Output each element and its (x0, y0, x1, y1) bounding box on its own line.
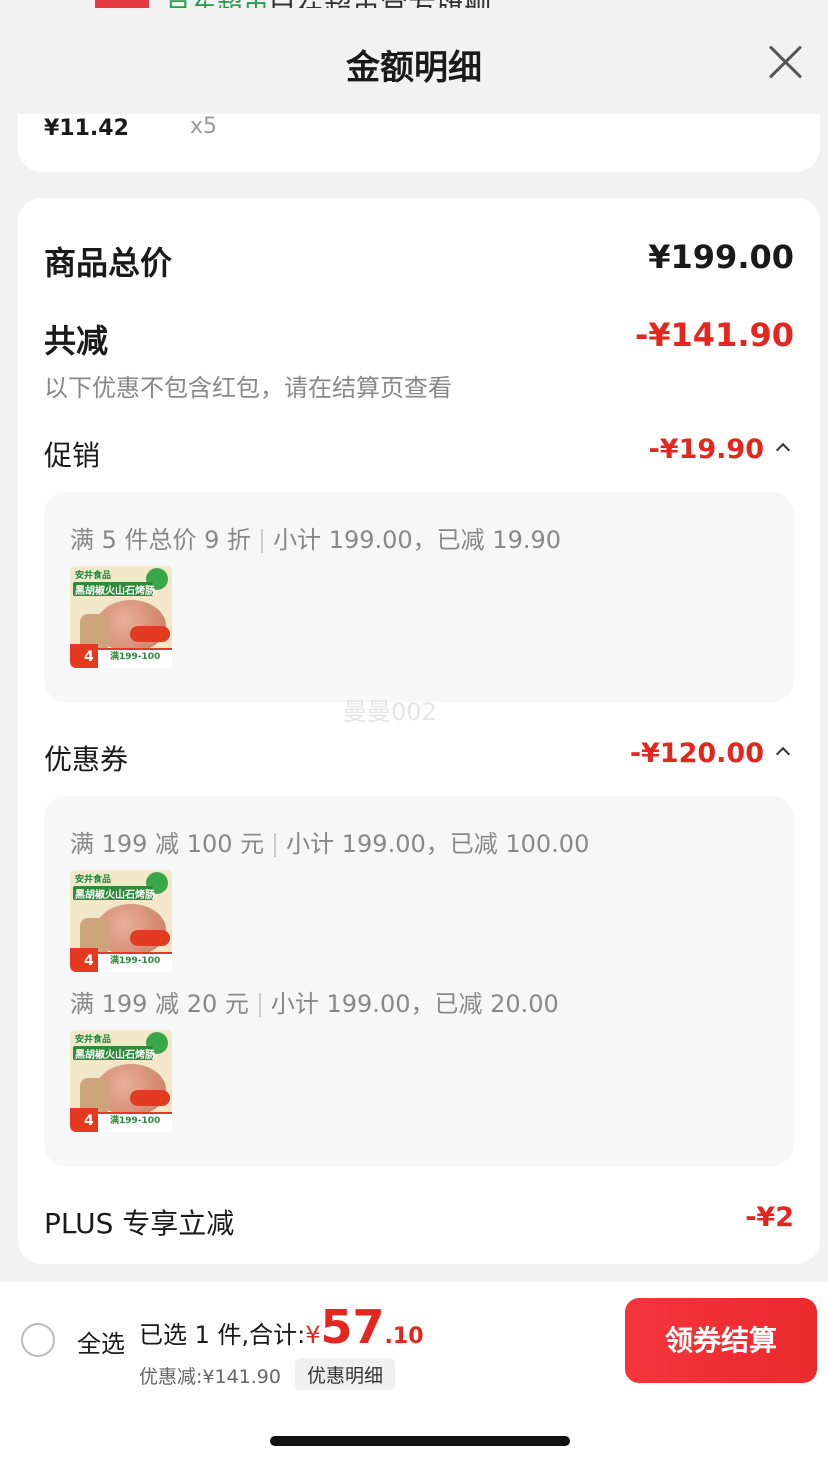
thumb-red-tag (130, 626, 170, 642)
promotion-rule-detail: 小计 199.00，已减 19.90 (273, 526, 562, 554)
checkout-button[interactable]: 领券结算 (625, 1298, 817, 1383)
coupon-rule-1: 满 199 减 100 元小计 199.00，已减 100.00 (70, 824, 589, 859)
coupon-value-wrap: -¥120.00 (629, 738, 791, 769)
plus-label: PLUS 专享立减 (44, 1207, 235, 1240)
selected-count: 已选 1 件,合计: (139, 1321, 306, 1349)
coupon-rule-name: 满 199 减 20 元 (70, 990, 249, 1018)
coupon-rule-name: 满 199 减 100 元 (70, 830, 265, 858)
thumb-title: 黑胡椒火山石烤肠 (75, 1050, 155, 1061)
total-integer: 57 (320, 1300, 385, 1354)
thumb-title: 黑胡椒火山石烤肠 (75, 890, 155, 901)
coupon-label: 优惠券 (44, 743, 129, 776)
discount-amount: 优惠减:¥141.90 (139, 1366, 281, 1388)
close-icon[interactable] (768, 44, 802, 78)
thumb-promo-text: 4 (84, 1113, 94, 1129)
thumb-brand: 安井食品 (75, 875, 112, 885)
reduce-note: 以下优惠不包含红包，请在结算页查看 (44, 374, 452, 402)
amount-summary-card: 商品总价 ¥199.00 共减 -¥141.90 以下优惠不包含红包，请在结算页… (18, 198, 820, 1264)
thumb-title: 黑胡椒火山石烤肠 (75, 586, 155, 597)
thumb-deal: 满199-100 (110, 652, 161, 662)
coupon-rule-detail: 小计 199.00，已减 100.00 (286, 830, 590, 858)
promotion-value: -¥19.90 (648, 434, 764, 465)
total-decimal: .10 (384, 1324, 424, 1349)
promotion-rule: 满 5 件总价 9 折小计 199.00，已减 19.90 (70, 520, 561, 555)
coupon-rule-detail: 小计 199.00，已减 20.00 (270, 990, 559, 1018)
thumb-red-tag (130, 1090, 170, 1106)
reduce-row: 共减 -¥141.90 (44, 316, 794, 360)
plus-value: -¥2 (745, 1202, 794, 1233)
amount-detail-sheet: 金额明细 ¥11.42 x5 商品总价 ¥199.00 共减 -¥141.90 … (0, 8, 828, 1464)
select-all-label[interactable]: 全选 (77, 1324, 125, 1359)
home-indicator[interactable] (270, 1436, 570, 1446)
total-row: 商品总价 ¥199.00 (44, 238, 794, 282)
divider (274, 833, 277, 857)
promotion-label: 促销 (44, 439, 101, 472)
watermark: 曼曼002 (343, 698, 437, 726)
divider (261, 529, 264, 553)
thumb-deal: 满199-100 (110, 956, 161, 966)
total-currency: ¥ (305, 1321, 321, 1349)
thumb-promo-text: 4 (84, 649, 94, 665)
thumb-red-tag (130, 930, 170, 946)
sheet-header: 金额明细 (0, 8, 828, 114)
thumb-promo-text: 4 (84, 953, 94, 969)
coupon-row[interactable]: 优惠券 -¥120.00 (44, 738, 794, 776)
product-thumbnail[interactable]: 安井食品 黑胡椒火山石烤肠 4 满199-100 (70, 1030, 172, 1132)
discount-detail-button[interactable]: 优惠明细 (295, 1358, 396, 1391)
product-thumbnail[interactable]: 安井食品 黑胡椒火山石烤肠 4 满199-100 (70, 870, 172, 972)
plus-row: PLUS 专享立减 -¥2 (44, 1202, 794, 1240)
previous-item-qty: x5 (190, 114, 218, 139)
reduce-value: -¥141.90 (634, 316, 794, 354)
reduce-label: 共减 (44, 322, 109, 360)
chevron-up-icon[interactable] (775, 442, 791, 458)
thumb-brand: 安井食品 (75, 1035, 112, 1045)
promotion-value-wrap: -¥19.90 (648, 434, 791, 465)
coupon-value: -¥120.00 (629, 738, 764, 769)
coupon-rule-2: 满 199 减 20 元小计 199.00，已减 20.00 (70, 984, 559, 1019)
promotion-row[interactable]: 促销 -¥19.90 (44, 434, 794, 472)
home-indicator-area (0, 1390, 828, 1464)
product-thumbnail[interactable]: 安井食品 黑胡椒火山石烤肠 4 满199-100 (70, 566, 172, 668)
total-value: ¥199.00 (648, 238, 794, 276)
coupon-detail-box: 满 199 减 100 元小计 199.00，已减 100.00 安井食品 黑胡… (44, 796, 794, 1166)
promotion-rule-name: 满 5 件总价 9 折 (70, 526, 252, 554)
thumb-deal: 满199-100 (110, 1116, 161, 1126)
previous-item-price: ¥11.42 (44, 116, 129, 141)
promotion-detail-box: 满 5 件总价 9 折小计 199.00，已减 19.90 安井食品 黑胡椒火山… (44, 492, 794, 702)
total-summary: 已选 1 件,合计:¥57.10 (139, 1300, 424, 1354)
sheet-title: 金额明细 (346, 48, 482, 88)
divider (258, 993, 261, 1017)
thumb-brand: 安井食品 (75, 571, 112, 581)
select-all-checkbox[interactable] (21, 1323, 55, 1357)
chevron-up-icon[interactable] (775, 746, 791, 762)
total-label: 商品总价 (44, 244, 173, 282)
